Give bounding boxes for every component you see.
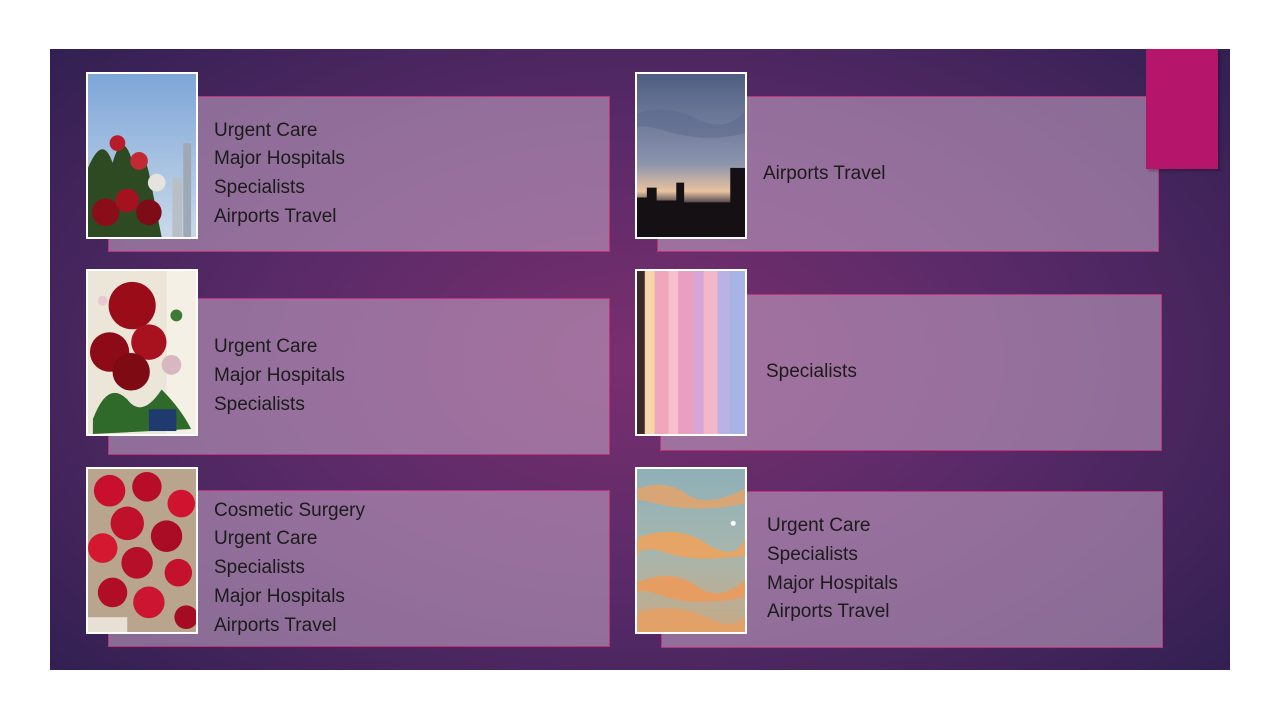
card-text-3: Urgent Care Major Hospitals Specialists xyxy=(214,299,599,454)
card-line: Cosmetic Surgery xyxy=(214,499,365,521)
orange-clouds-sky-photo xyxy=(635,467,747,634)
card-line: Specialists xyxy=(214,177,305,198)
card-line: Major Hospitals xyxy=(767,572,898,594)
card-text-6: Urgent Care Specialists Major Hospitals … xyxy=(767,492,1152,647)
card-line: Airports Travel xyxy=(763,162,886,184)
card-line: Major Hospitals xyxy=(214,148,345,170)
card-line: Urgent Care xyxy=(214,528,318,550)
card-line: Specialists xyxy=(214,393,305,415)
red-tulips-city-photo xyxy=(86,72,198,239)
card-line: Major Hospitals xyxy=(214,365,345,387)
card-line: Specialists xyxy=(214,557,305,579)
red-roses-cluster-photo xyxy=(86,467,198,634)
card-text-5: Cosmetic Surgery Urgent Care Specialists… xyxy=(214,491,599,646)
card-text-1: Urgent Care Major Hospitals Specialists … xyxy=(214,97,599,251)
card-line: Airports Travel xyxy=(214,205,337,227)
card-line: Major Hospitals xyxy=(214,585,345,607)
pink-sky-streaks-photo xyxy=(635,269,747,436)
card-line: Specialists xyxy=(766,361,857,383)
card-line: Urgent Care xyxy=(767,515,871,537)
card-line: Urgent Care xyxy=(214,336,318,358)
red-roses-bouquet-photo xyxy=(86,269,198,436)
city-sunset-skyline-photo xyxy=(635,72,747,239)
accent-bar xyxy=(1146,49,1218,169)
card-line: Airports Travel xyxy=(767,601,890,623)
card-text-4: Specialists xyxy=(766,295,1151,450)
card-line: Airports Travel xyxy=(214,614,337,636)
card-line: Specialists xyxy=(767,543,858,565)
card-line: Urgent Care xyxy=(214,119,318,141)
slide: Urgent Care Major Hospitals Specialists … xyxy=(50,49,1230,670)
card-text-2: Airports Travel xyxy=(763,97,1148,251)
